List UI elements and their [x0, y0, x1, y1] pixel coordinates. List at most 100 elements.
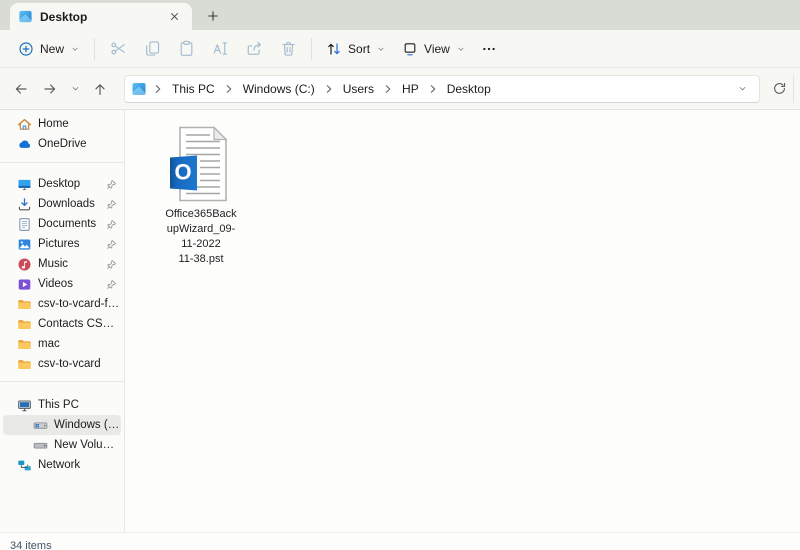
sidebar-item-label: csv-to-vcard-files: [38, 298, 121, 310]
new-button[interactable]: New: [10, 36, 88, 62]
sidebar-divider: [0, 162, 124, 163]
this-pc-icon: [17, 398, 32, 413]
address-bar: This PC Windows (C:) Users HP Desktop: [0, 68, 800, 110]
cut-button[interactable]: [101, 34, 135, 64]
more-options-button[interactable]: [474, 34, 504, 64]
pin-icon: [106, 279, 117, 290]
sidebar-item-csv-to-vcard-files[interactable]: csv-to-vcard-files: [3, 294, 121, 314]
sidebar-item-pictures[interactable]: Pictures: [3, 234, 121, 254]
folder-icon: [17, 337, 32, 352]
paste-button[interactable]: [169, 34, 203, 64]
recent-locations-button[interactable]: [66, 76, 84, 102]
sidebar-item-label: Music: [38, 258, 100, 270]
sidebar-item-new-volume-d[interactable]: New Volume (D:): [3, 435, 121, 455]
back-button[interactable]: [8, 76, 34, 102]
sidebar-item-label: Home: [38, 118, 121, 130]
sidebar-item-csv-to-vcard[interactable]: csv-to-vcard: [3, 354, 121, 374]
sidebar-item-label: Downloads: [38, 198, 100, 210]
sidebar-item-label: Network: [38, 459, 121, 471]
breadcrumb-desktop[interactable]: Desktop: [442, 80, 496, 98]
location-desktop-icon: [131, 81, 147, 97]
items-count: 34 items: [10, 540, 52, 550]
rename-button[interactable]: [203, 34, 237, 64]
sidebar-item-onedrive[interactable]: OneDrive: [3, 134, 121, 154]
search-box-edge: [793, 75, 794, 103]
file-explorer-window: Desktop New Sort View: [0, 0, 800, 550]
breadcrumb-this-pc[interactable]: This PC: [167, 80, 220, 98]
home-icon: [17, 117, 32, 132]
up-arrow-icon: [92, 81, 108, 97]
file-name-line: upWizard_09-: [165, 222, 236, 237]
view-icon: [402, 41, 418, 57]
folder-icon: [17, 357, 32, 372]
toolbar-divider: [94, 38, 95, 60]
status-bar: 34 items: [0, 532, 800, 550]
windows-drive-icon: [33, 418, 48, 433]
file-name-label: Office365Back upWizard_09- 11-2022 11-38…: [165, 207, 236, 267]
command-toolbar: New Sort View: [0, 30, 800, 68]
sidebar-item-network[interactable]: Network: [3, 455, 121, 475]
view-button[interactable]: View: [394, 36, 474, 62]
sidebar-item-label: mac: [38, 338, 121, 350]
breadcrumb-windows-c[interactable]: Windows (C:): [238, 80, 320, 98]
pin-icon: [106, 259, 117, 270]
paste-icon: [178, 40, 195, 57]
sidebar-item-label: Desktop: [38, 178, 100, 190]
copy-button[interactable]: [135, 34, 169, 64]
sidebar-item-label: Videos: [38, 278, 100, 290]
folder-icon: [17, 297, 32, 312]
breadcrumb-chevron-icon: [381, 82, 395, 96]
tab-desktop[interactable]: Desktop: [10, 3, 192, 30]
pin-icon: [106, 179, 117, 190]
drive-icon: [33, 438, 48, 453]
up-button[interactable]: [87, 76, 113, 102]
share-button[interactable]: [237, 34, 271, 64]
rename-icon: [212, 40, 229, 57]
new-button-label: New: [40, 42, 64, 56]
pin-icon: [106, 239, 117, 250]
desktop-folder-icon: [18, 9, 33, 24]
pin-icon: [106, 219, 117, 230]
sort-button[interactable]: Sort: [318, 36, 394, 62]
sidebar-item-this-pc[interactable]: This PC: [3, 395, 121, 415]
folder-icon: [17, 317, 32, 332]
address-dropdown-button[interactable]: [731, 78, 753, 100]
recent-locations-chevron-icon: [70, 83, 81, 94]
breadcrumb-address-field[interactable]: This PC Windows (C:) Users HP Desktop: [124, 75, 760, 103]
close-tab-button[interactable]: [164, 7, 184, 27]
sidebar-item-label: This PC: [38, 399, 121, 411]
file-item-pst[interactable]: Office365Back upWizard_09- 11-2022 11-38…: [155, 126, 247, 267]
forward-button[interactable]: [37, 76, 63, 102]
sidebar-item-videos[interactable]: Videos: [3, 274, 121, 294]
documents-icon: [17, 217, 32, 232]
file-list-area[interactable]: Office365Back upWizard_09- 11-2022 11-38…: [125, 110, 800, 532]
music-icon: [17, 257, 32, 272]
chevron-down-icon: [456, 44, 466, 54]
sidebar-item-desktop[interactable]: Desktop: [3, 174, 121, 194]
pin-icon: [106, 199, 117, 210]
sidebar-item-mac[interactable]: mac: [3, 334, 121, 354]
navigation-pane: Home OneDrive Desktop Downloads Document…: [0, 110, 125, 532]
sidebar-item-windows-c[interactable]: Windows (C:): [3, 415, 121, 435]
sidebar-item-contacts-csv-files[interactable]: Contacts CSV FIles: [3, 314, 121, 334]
tab-strip: Desktop: [0, 0, 800, 30]
sidebar-item-label: New Volume (D:): [54, 439, 121, 451]
sidebar-item-label: Contacts CSV FIles: [38, 318, 121, 330]
breadcrumb-hp[interactable]: HP: [397, 80, 424, 98]
downloads-icon: [17, 197, 32, 212]
onedrive-cloud-icon: [17, 137, 32, 152]
breadcrumb-users[interactable]: Users: [338, 80, 379, 98]
refresh-button[interactable]: [766, 76, 792, 102]
cut-icon: [110, 40, 127, 57]
delete-icon: [280, 40, 297, 57]
sidebar-item-label: Pictures: [38, 238, 100, 250]
share-icon: [246, 40, 263, 57]
delete-button[interactable]: [271, 34, 305, 64]
sidebar-item-documents[interactable]: Documents: [3, 214, 121, 234]
plus-icon: [206, 9, 220, 23]
more-ellipsis-icon: [481, 41, 497, 57]
sidebar-item-music[interactable]: Music: [3, 254, 121, 274]
sidebar-item-home[interactable]: Home: [3, 114, 121, 134]
sidebar-item-downloads[interactable]: Downloads: [3, 194, 121, 214]
new-tab-button[interactable]: [200, 3, 226, 29]
